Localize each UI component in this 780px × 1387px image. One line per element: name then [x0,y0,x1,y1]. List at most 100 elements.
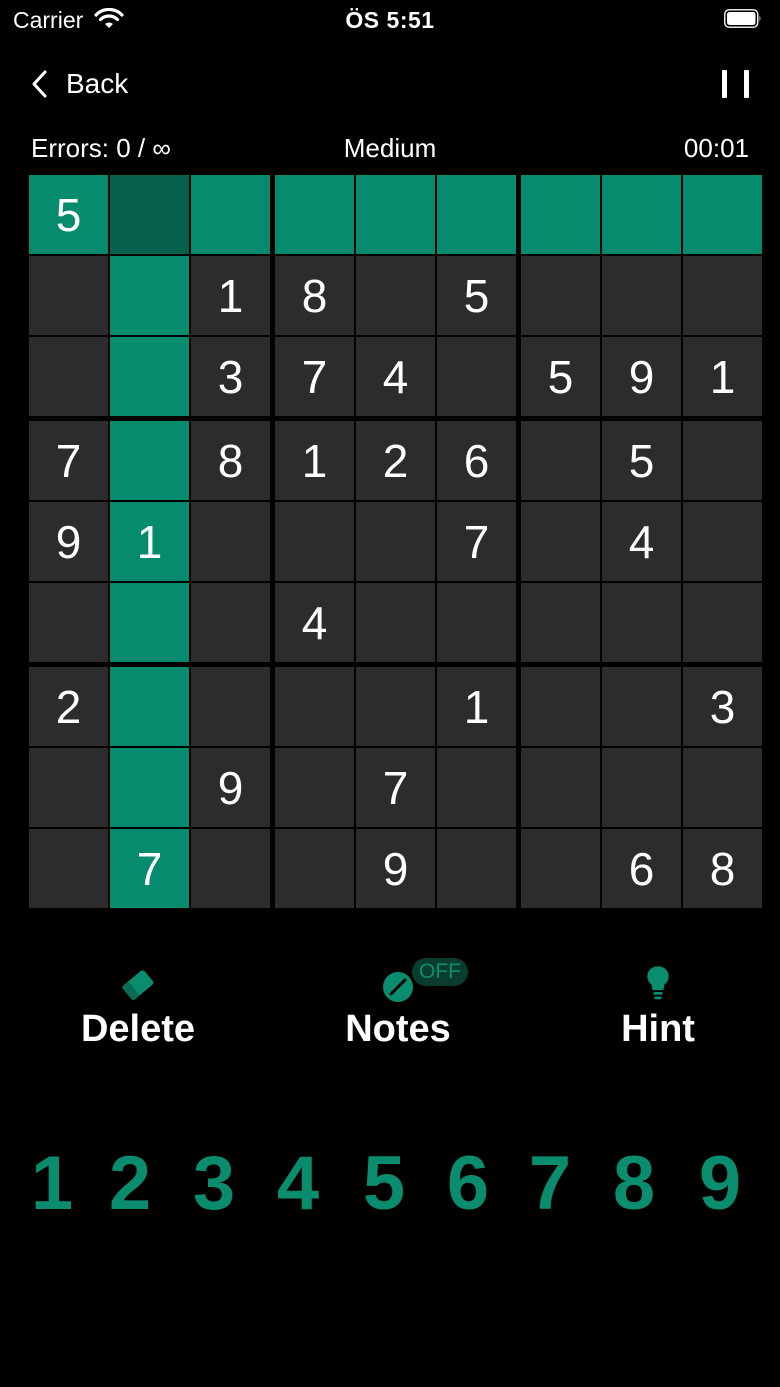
sudoku-cell[interactable] [602,175,681,254]
sudoku-cell[interactable]: 2 [29,667,108,746]
sudoku-cell[interactable]: 7 [356,748,435,827]
sudoku-cell[interactable]: 1 [683,337,762,416]
pause-button[interactable] [720,70,752,100]
sudoku-cell[interactable] [521,829,600,908]
sudoku-cell[interactable] [29,748,108,827]
sudoku-cell[interactable] [521,256,600,335]
sudoku-cell[interactable] [29,337,108,416]
sudoku-cell[interactable] [683,502,762,581]
sudoku-cell[interactable] [110,583,189,662]
sudoku-cell[interactable]: 7 [110,829,189,908]
sudoku-cell[interactable] [521,502,600,581]
number-button[interactable]: 3 [179,1140,249,1227]
sudoku-cell[interactable] [356,175,435,254]
sudoku-cell[interactable] [602,583,681,662]
sudoku-cell[interactable]: 9 [356,829,435,908]
sudoku-cell[interactable]: 8 [683,829,762,908]
sudoku-cell[interactable] [191,667,270,746]
sudoku-cell[interactable]: 1 [110,502,189,581]
sudoku-cell[interactable]: 7 [437,502,516,581]
number-button[interactable]: 2 [95,1140,165,1227]
sudoku-cell[interactable]: 4 [356,337,435,416]
sudoku-cell[interactable]: 1 [275,421,354,500]
sudoku-cell[interactable]: 5 [437,256,516,335]
sudoku-cell[interactable] [356,256,435,335]
sudoku-cell[interactable] [356,667,435,746]
sudoku-cell[interactable]: 8 [191,421,270,500]
sudoku-cell[interactable] [110,667,189,746]
sudoku-cell[interactable] [356,502,435,581]
sudoku-cell[interactable] [521,421,600,500]
sudoku-cell[interactable] [275,502,354,581]
sudoku-cell[interactable] [191,583,270,662]
sudoku-cell[interactable] [602,667,681,746]
sudoku-cell[interactable] [521,583,600,662]
sudoku-cell[interactable]: 5 [521,337,600,416]
sudoku-cell[interactable] [110,337,189,416]
sudoku-cell[interactable] [275,667,354,746]
sudoku-cell[interactable] [521,175,600,254]
sudoku-cell[interactable]: 9 [29,502,108,581]
sudoku-cell[interactable] [437,175,516,254]
sudoku-cell[interactable]: 7 [29,421,108,500]
delete-label: Delete [80,1008,196,1050]
sudoku-cell[interactable]: 3 [683,667,762,746]
sudoku-cell[interactable]: 2 [356,421,435,500]
number-button[interactable]: 4 [263,1140,333,1227]
notes-button[interactable]: Notes [298,960,498,1051]
sudoku-cell[interactable] [683,583,762,662]
hint-button[interactable]: Hint [558,960,758,1051]
sudoku-cell[interactable]: 6 [602,829,681,908]
sudoku-cell[interactable] [191,175,270,254]
sudoku-cell[interactable] [191,829,270,908]
sudoku-cell[interactable]: 3 [191,337,270,416]
sudoku-cell[interactable] [437,829,516,908]
sudoku-cell[interactable] [29,829,108,908]
sudoku-cell[interactable] [110,421,189,500]
sudoku-cell[interactable]: 5 [602,421,681,500]
sudoku-cell[interactable] [110,175,189,254]
sudoku-cell[interactable] [110,748,189,827]
sudoku-cell[interactable] [521,748,600,827]
number-button[interactable]: 9 [685,1140,755,1227]
sudoku-cell[interactable] [191,502,270,581]
number-button[interactable]: 1 [17,1140,87,1227]
number-button[interactable]: 6 [433,1140,503,1227]
back-button[interactable]: Back [30,68,128,100]
sudoku-cell[interactable] [683,748,762,827]
sudoku-cell[interactable] [275,829,354,908]
sudoku-cell[interactable] [110,256,189,335]
sudoku-cell[interactable]: 5 [29,175,108,254]
sudoku-cell[interactable] [356,583,435,662]
sudoku-cell[interactable] [437,337,516,416]
sudoku-cell[interactable] [602,748,681,827]
sudoku-cell[interactable] [275,175,354,254]
sudoku-cell[interactable] [29,256,108,335]
sudoku-cell[interactable]: 1 [437,667,516,746]
sudoku-cell[interactable] [275,748,354,827]
number-button[interactable]: 5 [349,1140,419,1227]
sudoku-cell[interactable] [521,667,600,746]
sudoku-cell[interactable]: 1 [191,256,270,335]
delete-button[interactable]: Delete [38,960,238,1051]
number-button[interactable]: 8 [599,1140,669,1227]
sudoku-cell[interactable]: 9 [191,748,270,827]
sudoku-board: 518537459178126591744213977968 [29,175,762,908]
sudoku-cell[interactable] [437,583,516,662]
lightbulb-icon [647,966,669,1000]
sudoku-cell[interactable] [683,256,762,335]
sudoku-cell[interactable] [602,256,681,335]
sudoku-cell[interactable] [683,421,762,500]
sudoku-cell[interactable]: 7 [275,337,354,416]
navigation-bar: Back [0,60,780,110]
sudoku-cell[interactable]: 4 [275,583,354,662]
sudoku-cell[interactable] [29,583,108,662]
status-bar: Carrier ÖS 5:51 [0,0,780,40]
sudoku-cell[interactable]: 9 [602,337,681,416]
sudoku-cell[interactable] [683,175,762,254]
number-button[interactable]: 7 [515,1140,585,1227]
sudoku-cell[interactable]: 8 [275,256,354,335]
sudoku-cell[interactable] [437,748,516,827]
sudoku-cell[interactable]: 6 [437,421,516,500]
sudoku-cell[interactable]: 4 [602,502,681,581]
